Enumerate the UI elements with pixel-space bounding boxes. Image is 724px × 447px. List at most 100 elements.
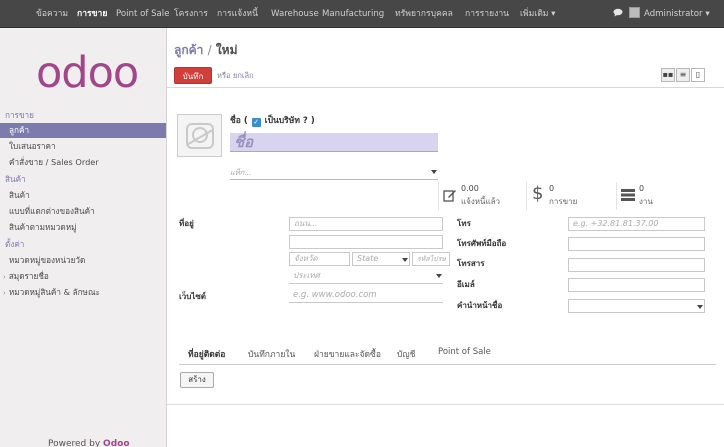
tags-placeholder: แท็ก... (230, 168, 252, 177)
fax-label: โทรสาร (457, 259, 485, 268)
menu-messages[interactable]: ข้อความ (36, 0, 68, 28)
sidebar-item-label: สมุดรายชื่อ (8, 271, 49, 281)
breadcrumb-customers-link[interactable]: ลูกค้า (174, 43, 203, 57)
sheet-divider (167, 404, 724, 406)
powered-by: Powered by Odoo (48, 439, 130, 447)
mobile-input[interactable] (568, 237, 705, 251)
sidebar-item-address-book[interactable]: › สมุดรายชื่อ (0, 269, 166, 284)
country-placeholder: ประเทศ (293, 271, 320, 280)
sales-label: การขาย (549, 197, 578, 206)
chevron-down-icon (436, 274, 442, 278)
or-text: หรือ (217, 71, 231, 80)
state-select[interactable]: State (352, 252, 410, 266)
email-input[interactable] (568, 278, 705, 292)
menu-reporting[interactable]: การรายงาน (465, 0, 509, 28)
menu-manufacturing[interactable]: Manufacturing (322, 0, 384, 28)
is-company-checkbox[interactable]: ✓ (251, 118, 261, 127)
fax-input[interactable] (568, 258, 705, 272)
form-sheet: ชื่อ ( ✓ เป็นบริษัท ? ) ชื่อ แท็ก... 0.0… (167, 89, 724, 447)
sidebar-head-configuration: ตั้งค่า (5, 239, 25, 249)
state-placeholder: State (357, 254, 379, 263)
tasks-stat-button[interactable]: 0 งาน (616, 182, 706, 210)
tasks-label: งาน (639, 197, 653, 206)
invoiced-stat-button[interactable]: 0.00 แจ้งหนี้แล้ว (438, 182, 526, 210)
sales-stat-button[interactable]: $ 0 การขาย (526, 182, 616, 210)
website-input[interactable]: e.g. www.odoo.com (289, 289, 443, 303)
chevron-down-icon (697, 305, 703, 309)
control-panel: ลูกค้า / ใหม่ บันทึก หรือ ยกเลิก ▪▪ ≡ ▯ (167, 28, 724, 88)
powered-by-text: Powered by (48, 439, 101, 447)
menu-projects[interactable]: โครงการ (174, 0, 208, 28)
sidebar-item-sales-orders[interactable]: คำสั่งขาย / Sales Order (0, 155, 166, 170)
create-contact-button[interactable]: สร้าง (180, 372, 214, 388)
menu-invoicing[interactable]: การแจ้งหนี้ (217, 0, 258, 28)
email-label: อีเมล์ (457, 280, 475, 289)
chat-bubble-icon[interactable] (613, 0, 623, 28)
odoo-logo[interactable]: odoo (36, 48, 139, 98)
chevron-down-icon (431, 170, 437, 174)
invoiced-label: แจ้งหนี้แล้ว (461, 197, 501, 206)
menu-hr[interactable]: ทรัพยากรบุคคล (395, 0, 453, 28)
tags-input[interactable]: แท็ก... (230, 166, 438, 180)
invoiced-value: 0.00 (461, 184, 479, 193)
sidebar-item-quotations[interactable]: ใบเสนอราคา (0, 139, 166, 154)
sidebar-item-label: หมวดหมู่สินค้า & ลักษณะ (8, 287, 100, 297)
name-label-row: ชื่อ ( ✓ เป็นบริษัท ? ) (230, 113, 315, 127)
sidebar-item-customers[interactable]: ลูกค้า (0, 123, 166, 138)
notebook-tabs: ที่อยู่ติดต่อ บันทึกภายใน ฝ่ายขายและจัดซ… (179, 343, 716, 365)
sidebar-item-product-variants[interactable]: แบบที่แตกต่างของสินค้า (0, 204, 166, 219)
image-placeholder-icon[interactable] (177, 114, 222, 157)
powered-by-odoo-link[interactable]: Odoo (103, 439, 129, 447)
is-company-label: เป็นบริษัท ? (264, 116, 308, 126)
save-button[interactable]: บันทึก (174, 67, 212, 84)
menu-point-of-sale[interactable]: Point of Sale (116, 0, 169, 28)
tab-contacts-addresses[interactable]: ที่อยู่ติดต่อ (188, 347, 225, 361)
street2-input[interactable] (289, 235, 443, 249)
tasks-value: 0 (639, 184, 645, 193)
user-menu[interactable]: Administrator ▾ (644, 0, 710, 28)
phone-label: โทร (457, 219, 471, 228)
chevron-down-icon (402, 258, 408, 262)
sales-value: 0 (549, 184, 555, 193)
title-label: คำนำหน้าชื่อ (457, 301, 503, 310)
name-label: ชื่อ (230, 116, 241, 126)
street-input[interactable]: ถนน... (289, 217, 443, 231)
discard-link[interactable]: ยกเลิก (233, 70, 254, 82)
sidebar-item-product-categories-attributes[interactable]: › หมวดหมู่สินค้า & ลักษณะ (0, 285, 166, 300)
kanban-view-icon[interactable]: ▪▪ (661, 68, 675, 82)
chevron-right-icon: › (3, 273, 6, 281)
menu-sales[interactable]: การขาย (77, 0, 107, 28)
tab-point-of-sale[interactable]: Point of Sale (438, 347, 491, 357)
paren-close: ) (310, 116, 315, 126)
tab-accounting[interactable]: บัญชี (397, 347, 415, 361)
sidebar-item-uom-categories[interactable]: หมวดหมู่ของหน่วยวัด (0, 253, 166, 268)
edit-icon (443, 190, 456, 202)
form-view-icon[interactable]: ▯ (691, 68, 705, 82)
dollar-icon: $ (532, 183, 544, 204)
breadcrumb-current: ใหม่ (215, 43, 238, 57)
address-label: ที่อยู่ (179, 219, 194, 228)
zip-input[interactable]: รหัสไปรษ (412, 252, 450, 266)
user-avatar-icon[interactable] (629, 0, 640, 28)
phone-input[interactable]: e.g. +32.81.81.37.00 (568, 217, 705, 231)
chevron-right-icon: › (3, 289, 6, 297)
title-select[interactable] (568, 299, 705, 313)
sidebar-item-products-by-category[interactable]: สินค้าตามหมวดหมู่ (0, 220, 166, 235)
top-menu-bar: ข้อความ การขาย Point of Sale โครงการ การ… (0, 0, 724, 28)
country-select[interactable]: ประเทศ (289, 270, 443, 284)
sidebar-head-sales: การขาย (5, 110, 34, 120)
list-view-icon[interactable]: ≡ (676, 68, 690, 82)
mobile-label: โทรศัพท์มือถือ (457, 239, 507, 248)
paren-open: ( (243, 116, 248, 126)
city-input[interactable]: จังหวัด (289, 252, 350, 266)
tab-sales-purchases[interactable]: ฝ่ายขายและจัดซื้อ (314, 347, 381, 361)
sidebar-item-products[interactable]: สินค้า (0, 188, 166, 203)
tab-internal-notes[interactable]: บันทึกภายใน (248, 347, 295, 361)
menu-more[interactable]: เพิ่มเติม ▾ (520, 0, 556, 28)
name-input[interactable]: ชื่อ (230, 133, 438, 152)
sidebar-head-products: สินค้า (5, 174, 26, 184)
breadcrumb: ลูกค้า / ใหม่ (174, 41, 238, 60)
menu-warehouse[interactable]: Warehouse (271, 0, 319, 28)
tasks-icon (621, 189, 635, 201)
sidebar: odoo การขาย ลูกค้า ใบเสนอราคา คำสั่งขาย … (0, 28, 167, 447)
